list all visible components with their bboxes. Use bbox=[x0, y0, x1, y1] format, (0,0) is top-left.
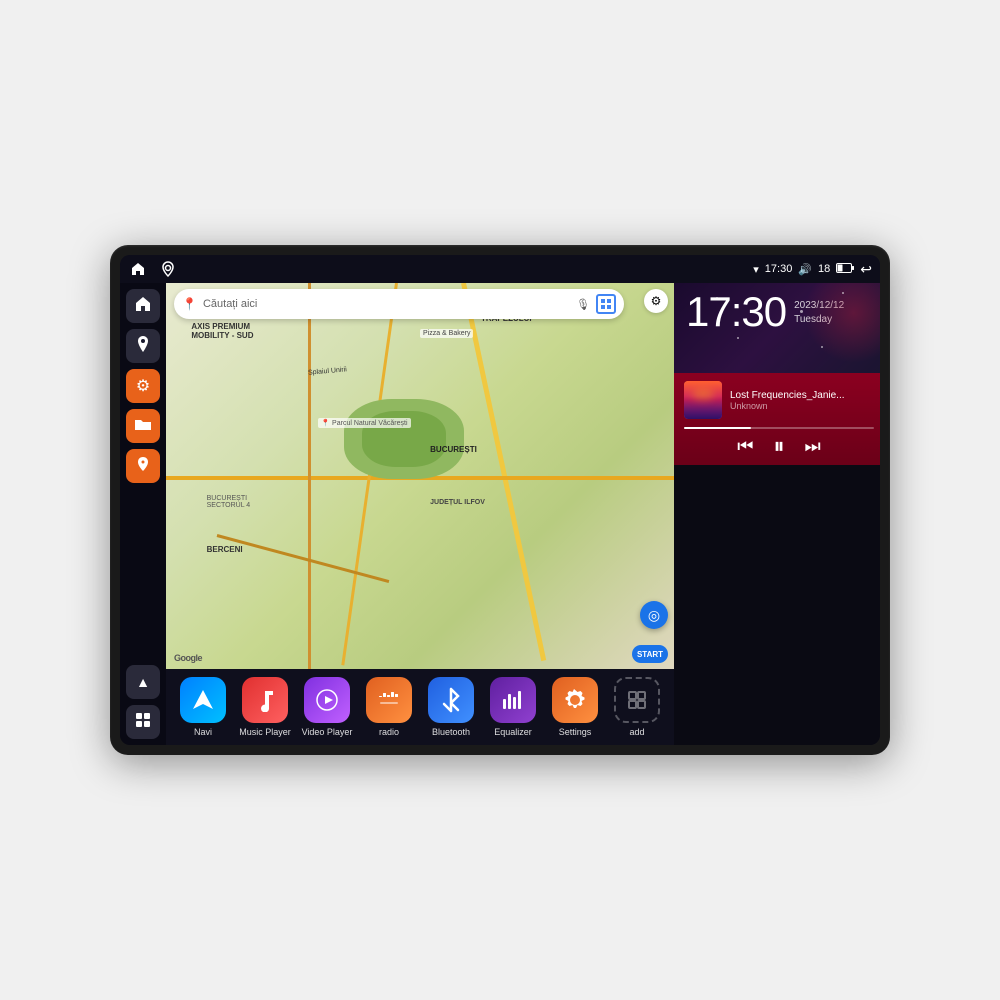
music-title: Lost Frequencies_Janie... bbox=[730, 390, 874, 401]
map-label-bucuresti: BUCUREȘTI bbox=[430, 445, 477, 454]
clock-day: Tuesday bbox=[794, 313, 844, 327]
navi-icon bbox=[180, 677, 226, 723]
battery-icon bbox=[836, 263, 854, 276]
grid-icon bbox=[135, 712, 151, 733]
map-search-bar[interactable]: 📍 Căutați aici 🎙 bbox=[174, 289, 624, 319]
bluetooth-label: Bluetooth bbox=[432, 727, 470, 737]
music-player-icon bbox=[242, 677, 288, 723]
app-grid: Navi Music Player bbox=[166, 669, 674, 745]
center-area: AXIS PREMIUMMOBILITY - SUD 📍 Parcul Natu… bbox=[166, 283, 674, 745]
left-sidebar: ⚙ bbox=[120, 283, 166, 745]
app-item-radio[interactable]: radio bbox=[358, 677, 420, 737]
home-icon bbox=[134, 295, 152, 318]
screen: ▾ 17:30 🔊 18 ↩ bbox=[120, 255, 880, 745]
map-status-icon[interactable] bbox=[158, 259, 178, 279]
status-left bbox=[128, 259, 178, 279]
prev-button[interactable]: ⏮ bbox=[737, 437, 753, 455]
album-art bbox=[684, 381, 722, 419]
app-item-settings[interactable]: Settings bbox=[544, 677, 606, 737]
back-icon[interactable]: ↩ bbox=[860, 261, 872, 278]
main-content: ⚙ bbox=[120, 283, 880, 745]
music-progress-bar[interactable] bbox=[684, 427, 874, 429]
app-item-bluetooth[interactable]: Bluetooth bbox=[420, 677, 482, 737]
map-label-judet: JUDEȚUL ILFOV bbox=[430, 499, 485, 506]
radio-icon bbox=[366, 677, 412, 723]
sidebar-item-location[interactable] bbox=[126, 449, 160, 483]
map-area[interactable]: AXIS PREMIUMMOBILITY - SUD 📍 Parcul Natu… bbox=[166, 283, 674, 669]
map-label-axis: AXIS PREMIUMMOBILITY - SUD bbox=[191, 322, 253, 340]
map-label-parc: 📍 Parcul Natural Văcărești bbox=[318, 418, 410, 428]
map-background: AXIS PREMIUMMOBILITY - SUD 📍 Parcul Natu… bbox=[166, 283, 674, 669]
status-right: ▾ 17:30 🔊 18 ↩ bbox=[753, 261, 872, 278]
battery-level: 18 bbox=[818, 263, 830, 275]
music-text-info: Lost Frequencies_Janie... Unknown bbox=[730, 390, 874, 411]
map-road-vertical bbox=[308, 283, 311, 669]
map-location-button[interactable]: ◎ bbox=[640, 601, 668, 629]
app-item-music-player[interactable]: Music Player bbox=[234, 677, 296, 737]
location-icon bbox=[135, 456, 151, 477]
home-status-icon[interactable] bbox=[128, 259, 148, 279]
right-panel: 17:30 2023/12/12 Tuesday bbox=[674, 283, 880, 745]
map-start-button[interactable]: START bbox=[632, 645, 668, 663]
map-road-berceni bbox=[216, 534, 389, 583]
map-container: AXIS PREMIUMMOBILITY - SUD 📍 Parcul Natu… bbox=[166, 283, 674, 669]
app-item-video-player[interactable]: Video Player bbox=[296, 677, 358, 737]
next-button[interactable]: ⏭ bbox=[805, 437, 821, 455]
equalizer-label: Equalizer bbox=[494, 727, 532, 737]
search-placeholder-text: Căutați aici bbox=[203, 298, 570, 310]
map-label-berceni: BERCENI bbox=[207, 545, 243, 554]
music-player: Lost Frequencies_Janie... Unknown ⏮ ⏸ ⏭ bbox=[674, 373, 880, 465]
app-item-navi[interactable]: Navi bbox=[172, 677, 234, 737]
clock-date-display: 2023/12/12 Tuesday bbox=[794, 291, 844, 327]
app-item-equalizer[interactable]: Equalizer bbox=[482, 677, 544, 737]
clock-time-display: 17:30 bbox=[686, 291, 786, 333]
add-label: add bbox=[629, 727, 644, 737]
google-logo: Google bbox=[174, 653, 202, 663]
map-layers-icon[interactable] bbox=[596, 294, 616, 314]
music-artist: Unknown bbox=[730, 401, 874, 411]
map-park-area bbox=[344, 399, 464, 479]
equalizer-icon bbox=[490, 677, 536, 723]
sidebar-item-files[interactable] bbox=[126, 409, 160, 443]
video-player-label: Video Player bbox=[302, 727, 353, 737]
settings-icon-container bbox=[552, 677, 598, 723]
music-controls: ⏮ ⏸ ⏭ bbox=[684, 435, 874, 457]
google-maps-icon: 📍 bbox=[182, 297, 197, 311]
map-label-pizza: Pizza & Bakery bbox=[420, 329, 473, 338]
clock-widget: 17:30 2023/12/12 Tuesday bbox=[674, 283, 880, 373]
map-pin-icon bbox=[135, 335, 151, 358]
radio-label: radio bbox=[379, 727, 399, 737]
gear-icon: ⚙ bbox=[136, 376, 150, 396]
map-road-main bbox=[461, 283, 546, 661]
pause-button[interactable]: ⏸ bbox=[773, 435, 784, 457]
sidebar-item-maps[interactable] bbox=[126, 329, 160, 363]
music-info: Lost Frequencies_Janie... Unknown bbox=[684, 381, 874, 419]
settings-label: Settings bbox=[559, 727, 592, 737]
map-label-splaiu: Splaiul Unirii bbox=[308, 366, 347, 376]
status-time: 17:30 bbox=[765, 263, 793, 275]
wifi-icon: ▾ bbox=[753, 263, 759, 276]
music-player-label: Music Player bbox=[239, 727, 291, 737]
sidebar-item-settings[interactable]: ⚙ bbox=[126, 369, 160, 403]
mic-icon[interactable]: 🎙 bbox=[576, 298, 590, 311]
album-art-image bbox=[684, 381, 722, 419]
music-progress-fill bbox=[684, 427, 751, 429]
app-item-add[interactable]: add bbox=[606, 677, 668, 737]
folder-icon bbox=[134, 417, 152, 436]
status-bar: ▾ 17:30 🔊 18 ↩ bbox=[120, 255, 880, 283]
sidebar-item-arrow[interactable]: ▲ bbox=[126, 665, 160, 699]
device: ▾ 17:30 🔊 18 ↩ bbox=[110, 245, 890, 755]
volume-icon: 🔊 bbox=[798, 263, 812, 276]
video-player-icon bbox=[304, 677, 350, 723]
navi-label: Navi bbox=[194, 727, 212, 737]
sidebar-item-home[interactable] bbox=[126, 289, 160, 323]
map-settings-button[interactable]: ⚙ bbox=[644, 289, 668, 313]
arrow-up-icon: ▲ bbox=[136, 674, 150, 690]
add-icon bbox=[614, 677, 660, 723]
sidebar-item-grid[interactable] bbox=[126, 705, 160, 739]
map-label-sectorul4: BUCUREȘTISECTORUL 4 bbox=[207, 495, 251, 509]
bluetooth-icon-container bbox=[428, 677, 474, 723]
right-panel-fill bbox=[674, 465, 880, 745]
